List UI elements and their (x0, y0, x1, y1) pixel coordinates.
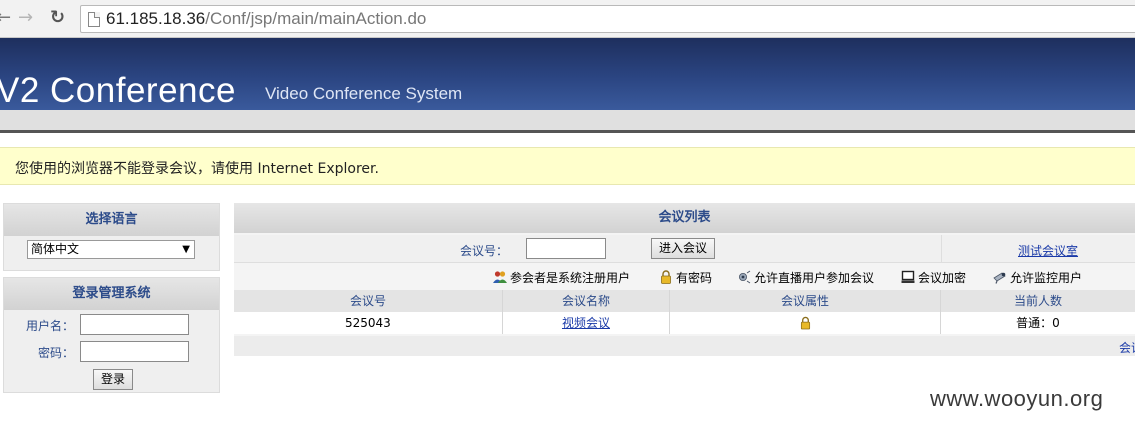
conference-panel: 会议列表 会议号： 进入会议 测试会议室 参会者是系统注册用户 有密码 允许直播… (234, 203, 1135, 356)
language-select[interactable]: 简体中文 ▼ (27, 240, 195, 259)
forward-arrow-icon[interactable]: → (18, 8, 33, 28)
login-button[interactable]: 登录 (93, 369, 133, 390)
column-header-attribute: 会议属性 (670, 290, 941, 312)
conference-id-label: 会议号： (460, 244, 509, 258)
broadcast-icon (739, 270, 751, 284)
conference-id-cell: 525043 (234, 312, 503, 334)
conference-id-input[interactable] (526, 238, 606, 259)
camera-icon (993, 272, 1006, 284)
conference-attribute-cell (670, 312, 941, 334)
table-row: 525043 视频会议 普通：0 (234, 312, 1135, 334)
login-heading: 登录管理系统 (4, 278, 219, 310)
username-row: 用户名： (4, 312, 219, 338)
footer-link[interactable]: 会议 (1119, 339, 1135, 356)
browser-warning: 您使用的浏览器不能登录会议，请使用 Internet Explorer. (0, 147, 1135, 185)
users-icon (493, 271, 507, 283)
page-icon (88, 12, 100, 27)
header-divider (0, 130, 1135, 133)
back-arrow-icon[interactable]: ← (0, 8, 11, 28)
username-input[interactable] (80, 314, 189, 335)
legend-item: 允许监控用户 (993, 269, 1082, 286)
reload-icon[interactable]: ↻ (50, 8, 65, 28)
language-selected-value: 简体中文 (31, 242, 80, 256)
column-header-id: 会议号 (234, 290, 503, 312)
lock-icon (661, 270, 671, 284)
test-room-cell: 测试会议室 (941, 235, 1135, 263)
legend-item: 有密码 (659, 269, 712, 286)
header-band (0, 110, 1135, 130)
conference-search-row: 会议号： 进入会议 测试会议室 (234, 235, 1135, 263)
username-label: 用户名： (25, 319, 74, 333)
language-heading: 选择语言 (4, 204, 219, 236)
conference-table-header: 会议号 会议名称 会议属性 当前人数 (234, 290, 1135, 312)
legend-item: 参会者是系统注册用户 (493, 269, 630, 286)
column-header-count: 当前人数 (1013, 294, 1062, 308)
app-subtitle: Video Conference System (265, 84, 463, 103)
lock-icon (800, 316, 810, 330)
login-panel: 登录管理系统 用户名： 密码： 登录 (3, 277, 220, 393)
conference-footer: 会议 (234, 336, 1135, 356)
password-label: 密码： (37, 346, 74, 360)
language-panel: 选择语言 简体中文 ▼ (3, 203, 220, 271)
conference-heading: 会议列表 (234, 203, 1135, 233)
legend-row: 参会者是系统注册用户 有密码 允许直播用户参加会议 会议加密 允许监控用户 (234, 264, 1135, 290)
password-input[interactable] (80, 341, 189, 362)
column-header-name: 会议名称 (503, 290, 670, 312)
legend-item: 允许直播用户参加会议 (737, 269, 874, 286)
enter-conference-button[interactable]: 进入会议 (651, 238, 715, 259)
password-row: 密码： (4, 339, 219, 365)
conference-name-link[interactable]: 视频会议 (562, 316, 610, 330)
url-text: 61.185.18.36/Conf/jsp/main/mainAction.do (106, 9, 427, 28)
app-title: V2 Conference (0, 71, 236, 110)
legend-item: 会议加密 (901, 269, 966, 286)
test-room-link[interactable]: 测试会议室 (1018, 242, 1078, 259)
watermark-text: www.wooyun.org (930, 386, 1104, 411)
conference-count-cell: 普通：0 (1016, 316, 1060, 330)
conference-name-cell: 视频会议 (503, 312, 670, 334)
address-bar[interactable]: 61.185.18.36/Conf/jsp/main/mainAction.do (80, 5, 1135, 33)
header-banner: V2 Conference Video Conference System (0, 38, 1135, 110)
dropdown-arrow-icon: ▼ (182, 244, 190, 255)
monitor-icon (901, 270, 915, 283)
warning-text: 您使用的浏览器不能登录会议，请使用 Internet Explorer. (15, 161, 379, 177)
browser-toolbar: ← → ↻ 61.185.18.36/Conf/jsp/main/mainAct… (0, 0, 1135, 38)
